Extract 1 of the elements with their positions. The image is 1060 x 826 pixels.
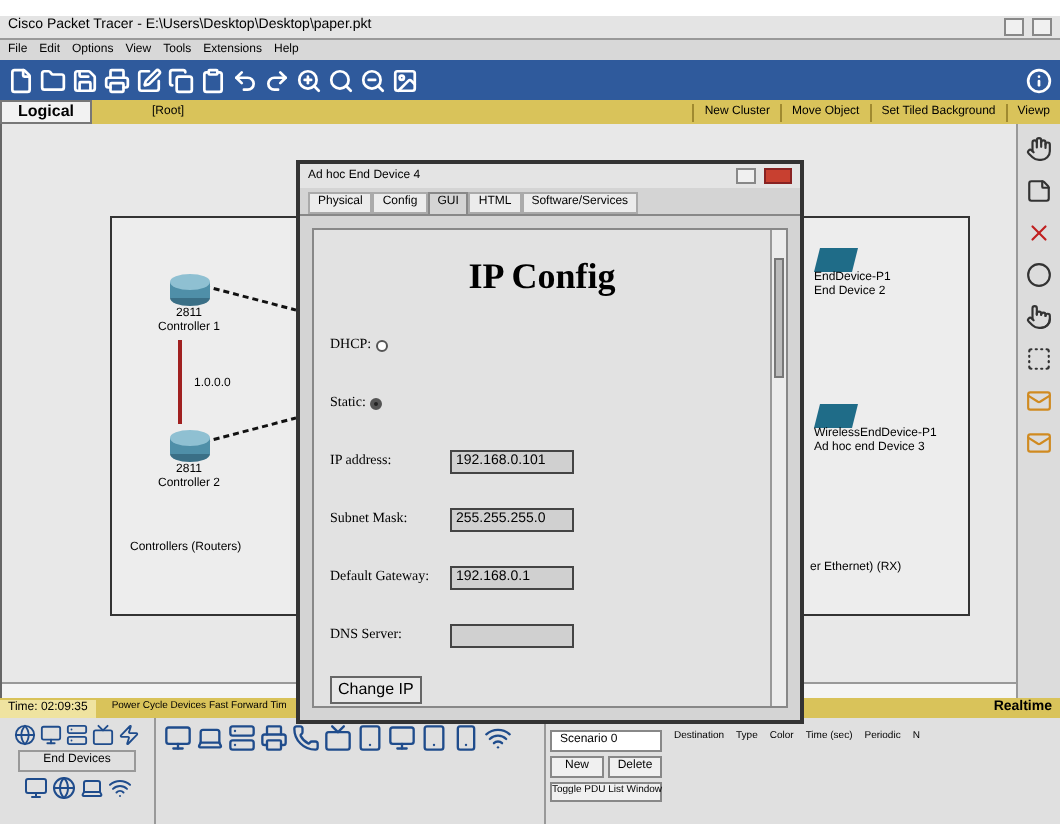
panel-heading: IP Config [466,254,618,300]
